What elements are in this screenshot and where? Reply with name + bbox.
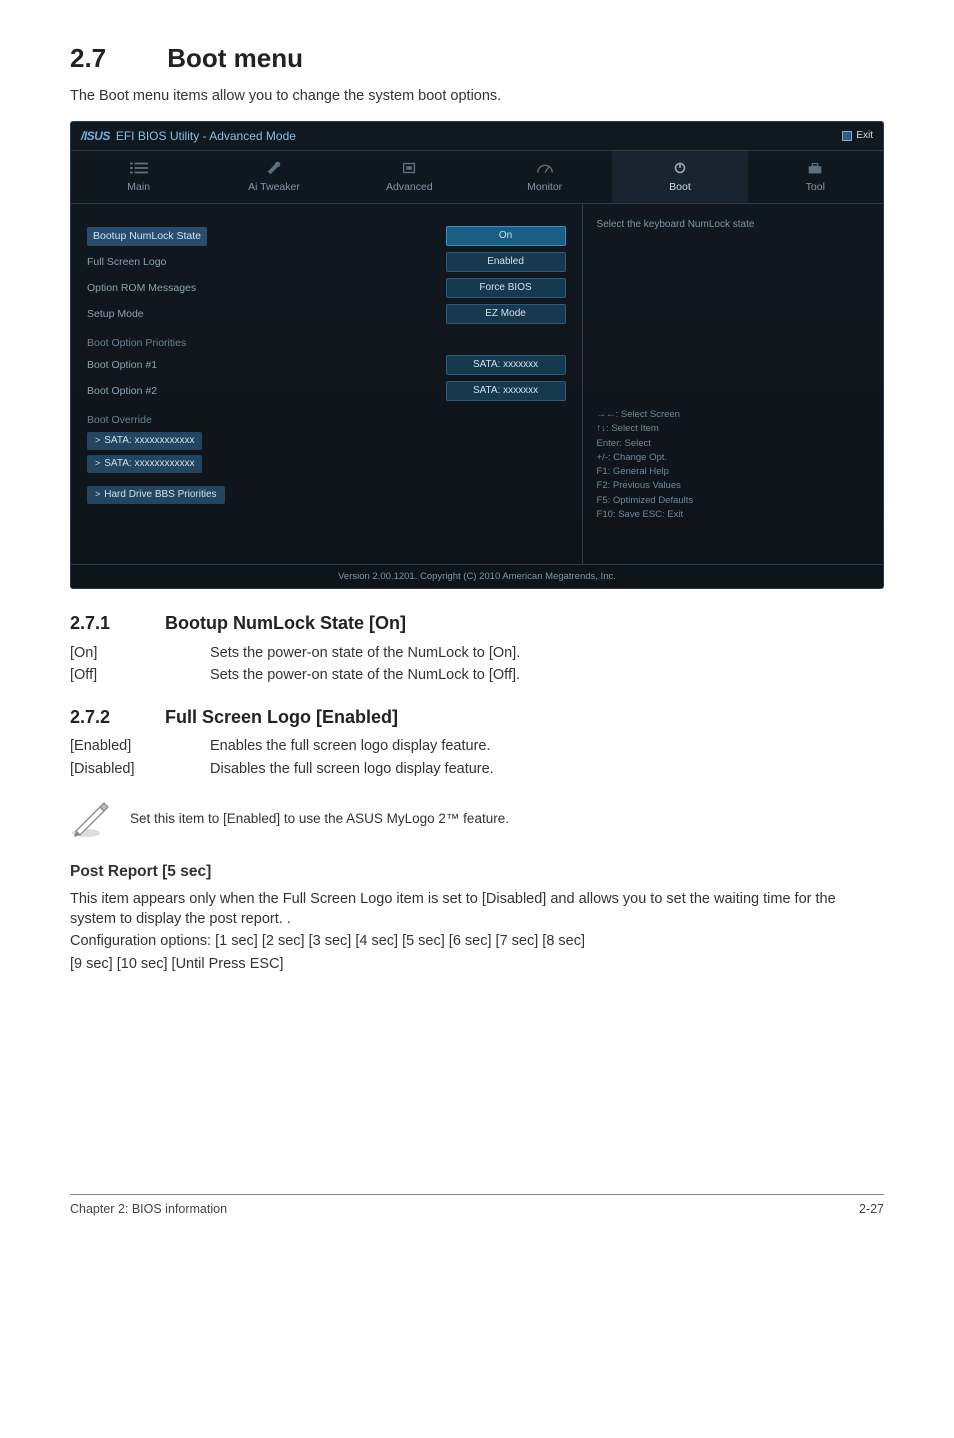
tab-label: Boot <box>669 181 691 193</box>
override-label: SATA: xxxxxxxxxxxx <box>104 434 194 448</box>
subsection-number: 2.7.1 <box>70 611 160 636</box>
override-item[interactable]: > SATA: xxxxxxxxxxxx <box>87 455 202 473</box>
exit-button[interactable]: Exit <box>842 129 873 143</box>
option-key: [Off] <box>70 665 210 687</box>
bios-logo: /ISUS <box>81 128 110 145</box>
note-block: Set this item to [Enabled] to use the AS… <box>70 799 884 839</box>
boot-override-header: Boot Override <box>87 413 566 428</box>
help-line: F2: Previous Values <box>597 479 869 493</box>
section-title-text: Boot menu <box>167 43 303 73</box>
bios-settings-panel: Bootup NumLock State On Full Screen Logo… <box>71 204 583 564</box>
toolbox-icon <box>806 161 824 175</box>
chevron-right-icon: > <box>95 457 100 470</box>
page-footer: Chapter 2: BIOS information 2-27 <box>70 1194 884 1219</box>
key-help-block: →←: Select Screen ↑↓: Select Item Enter:… <box>597 408 869 522</box>
override-label: Hard Drive BBS Priorities <box>104 488 216 502</box>
exit-icon <box>842 131 852 141</box>
option-key: [On] <box>70 643 210 665</box>
help-description: Select the keyboard NumLock state <box>597 218 869 232</box>
tab-ai-tweaker[interactable]: Ai Tweaker <box>206 151 341 203</box>
section-heading: 2.7 Boot menu <box>70 40 884 76</box>
row-option-rom-messages[interactable]: Option ROM Messages Force BIOS <box>87 278 566 298</box>
bios-version-footer: Version 2.00.1201. Copyright (C) 2010 Am… <box>71 564 883 588</box>
subsection-heading: 2.7.2 Full Screen Logo [Enabled] <box>70 705 884 730</box>
tab-monitor[interactable]: Monitor <box>477 151 612 203</box>
tab-advanced[interactable]: Advanced <box>342 151 477 203</box>
row-bootup-numlock[interactable]: Bootup NumLock State On <box>87 226 566 246</box>
bios-screenshot: /ISUS EFI BIOS Utility - Advanced Mode E… <box>70 121 884 590</box>
post-report-p1: This item appears only when the Full Scr… <box>70 889 884 930</box>
chevron-right-icon: > <box>95 434 100 447</box>
override-item[interactable]: > SATA: xxxxxxxxxxxx <box>87 432 202 450</box>
section-number: 2.7 <box>70 40 160 76</box>
row-label: Bootup NumLock State <box>87 227 207 246</box>
subsection-heading: 2.7.1 Bootup NumLock State [On] <box>70 611 884 636</box>
help-line: →←: Select Screen <box>597 408 869 422</box>
bios-title: EFI BIOS Utility - Advanced Mode <box>116 128 296 145</box>
tab-label: Main <box>127 181 150 193</box>
help-line: F5: Optimized Defaults <box>597 494 869 508</box>
post-report-heading: Post Report [5 sec] <box>70 861 884 883</box>
tab-label: Monitor <box>527 181 562 193</box>
bios-help-panel: Select the keyboard NumLock state →←: Se… <box>583 204 883 564</box>
post-report-p3: [9 sec] [10 sec] [Until Press ESC] <box>70 954 884 974</box>
row-label: Full Screen Logo <box>87 255 166 270</box>
row-boot-option-2[interactable]: Boot Option #2 SATA: xxxxxxx <box>87 381 566 401</box>
option-key: [Enabled] <box>70 736 210 758</box>
option-description: Sets the power-on state of the NumLock t… <box>210 643 520 665</box>
help-line: +/-: Change Opt. <box>597 451 869 465</box>
option-description: Enables the full screen logo display fea… <box>210 736 494 758</box>
row-full-screen-logo[interactable]: Full Screen Logo Enabled <box>87 252 566 272</box>
row-value[interactable]: SATA: xxxxxxx <box>446 381 566 401</box>
help-line: F10: Save ESC: Exit <box>597 508 869 522</box>
row-boot-option-1[interactable]: Boot Option #1 SATA: xxxxxxx <box>87 355 566 375</box>
exit-label: Exit <box>856 129 873 143</box>
wrench-icon <box>265 161 283 175</box>
gauge-icon <box>536 161 554 175</box>
row-label: Boot Option #2 <box>87 384 157 399</box>
override-label: SATA: xxxxxxxxxxxx <box>104 457 194 471</box>
chip-icon <box>400 161 418 175</box>
subsection-title: Bootup NumLock State [On] <box>165 613 406 633</box>
note-text: Set this item to [Enabled] to use the AS… <box>130 810 509 829</box>
subsection-title: Full Screen Logo [Enabled] <box>165 707 398 727</box>
bios-tab-bar: Main Ai Tweaker Advanced Monitor Boot To… <box>71 151 883 204</box>
pencil-note-icon <box>70 799 112 839</box>
option-description: Sets the power-on state of the NumLock t… <box>210 665 520 687</box>
row-value[interactable]: SATA: xxxxxxx <box>446 355 566 375</box>
option-key: [Disabled] <box>70 759 210 781</box>
option-list: [On] Sets the power-on state of the NumL… <box>70 643 520 688</box>
tab-main[interactable]: Main <box>71 151 206 203</box>
tab-tool[interactable]: Tool <box>748 151 883 203</box>
row-label: Option ROM Messages <box>87 281 196 296</box>
option-description: Disables the full screen logo display fe… <box>210 759 494 781</box>
boot-option-priorities-header: Boot Option Priorities <box>87 336 566 351</box>
option-list: [Enabled] Enables the full screen logo d… <box>70 736 494 781</box>
power-icon <box>671 161 689 175</box>
row-value[interactable]: Enabled <box>446 252 566 272</box>
tab-label: Tool <box>806 181 825 193</box>
tab-label: Ai Tweaker <box>248 181 300 193</box>
list-icon <box>130 161 148 175</box>
tab-boot[interactable]: Boot <box>612 151 747 203</box>
help-line: F1: General Help <box>597 465 869 479</box>
post-report-p2: Configuration options: [1 sec] [2 sec] [… <box>70 931 884 951</box>
row-value[interactable]: Force BIOS <box>446 278 566 298</box>
footer-left: Chapter 2: BIOS information <box>70 1201 227 1219</box>
intro-text: The Boot menu items allow you to change … <box>70 86 884 106</box>
row-value[interactable]: On <box>446 226 566 246</box>
row-value[interactable]: EZ Mode <box>446 304 566 324</box>
bios-titlebar: /ISUS EFI BIOS Utility - Advanced Mode E… <box>71 122 883 152</box>
help-line: ↑↓: Select Item <box>597 422 869 436</box>
footer-right: 2-27 <box>859 1201 884 1219</box>
help-line: Enter: Select <box>597 437 869 451</box>
subsection-number: 2.7.2 <box>70 705 160 730</box>
override-item-hdd-bbs[interactable]: > Hard Drive BBS Priorities <box>87 486 225 504</box>
row-label: Setup Mode <box>87 307 144 322</box>
row-setup-mode[interactable]: Setup Mode EZ Mode <box>87 304 566 324</box>
chevron-right-icon: > <box>95 488 100 501</box>
row-label: Boot Option #1 <box>87 358 157 373</box>
tab-label: Advanced <box>386 181 433 193</box>
